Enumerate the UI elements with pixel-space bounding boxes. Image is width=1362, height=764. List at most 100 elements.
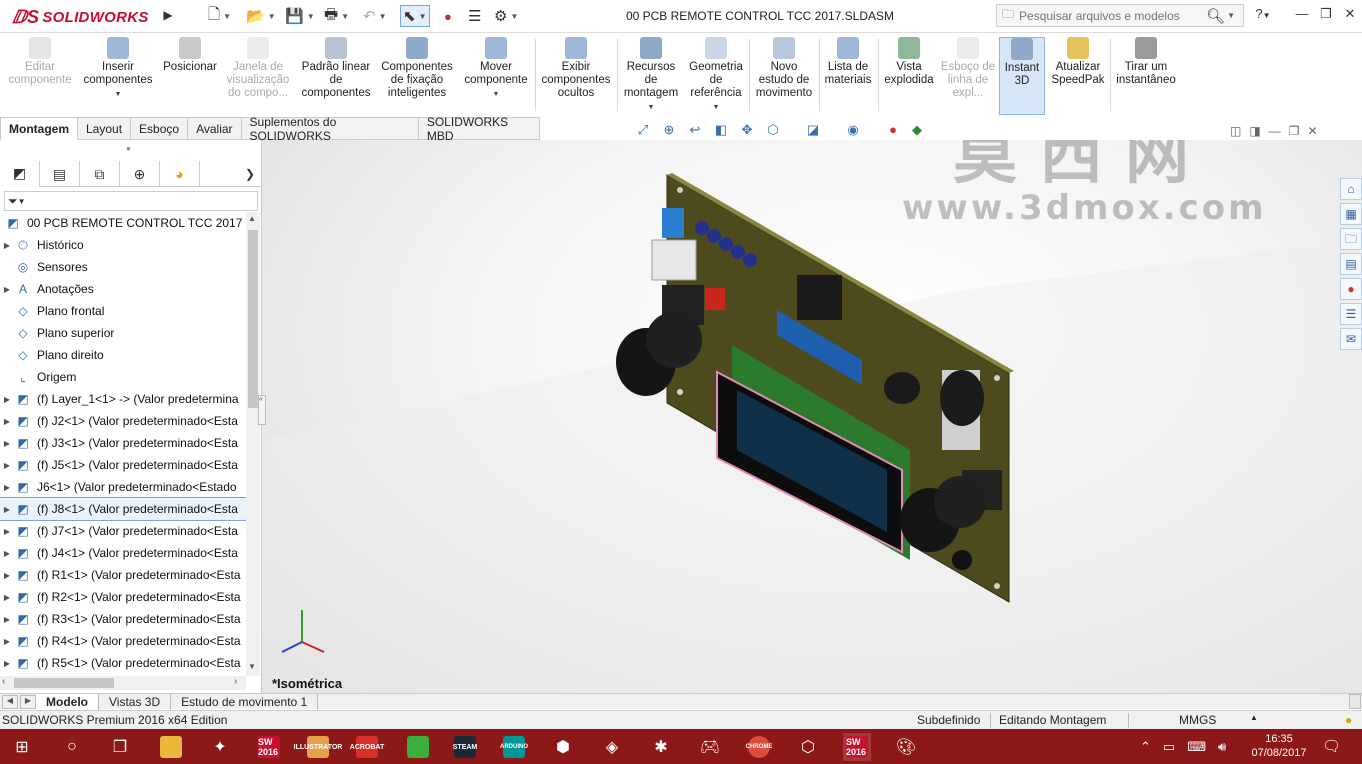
tree-node[interactable]: ▶ ◩ (f) R4<1> (Valor predeterminado<Esta xyxy=(0,630,246,652)
graphics-area[interactable]: 莫西网 www.3dmox.com *Isométrica xyxy=(262,140,1362,693)
tree-node[interactable]: ▶ ◩ (f) R3<1> (Valor predeterminado<Esta xyxy=(0,608,246,630)
clock[interactable]: 16:35 07/08/2017 xyxy=(1248,732,1310,760)
tray-expand-icon[interactable]: ⌃ xyxy=(1140,739,1151,755)
search-box[interactable]: 🗀 🔍︎ ▼ xyxy=(996,4,1244,27)
bill-of-materials-button[interactable]: Lista de materiais xyxy=(822,37,874,87)
take-snapshot-button[interactable]: Tirar um instantâneo xyxy=(1113,37,1179,87)
display-style-icon[interactable]: ◪ xyxy=(804,122,822,140)
file-explorer-taskbar-icon[interactable] xyxy=(157,733,185,761)
orange-app-icon[interactable]: ⬢ xyxy=(549,733,577,761)
update-speedpak-button[interactable]: Atualizar SpeedPak xyxy=(1049,37,1107,87)
previous-view-icon[interactable]: ↩ xyxy=(686,122,704,140)
bottom-scrollbar[interactable] xyxy=(1349,694,1361,709)
more-tabs-icon[interactable]: ❯ xyxy=(245,167,255,181)
tree-root[interactable]: ◩ 00 PCB REMOTE CONTROL TCC 2017 (Va xyxy=(0,212,246,234)
scroll-left-icon[interactable]: ‹ xyxy=(2,676,5,687)
search-icon[interactable]: 🔍︎ xyxy=(1206,7,1225,25)
menu-expand-icon[interactable]: ▶ xyxy=(161,8,175,24)
dynamic-annotation-icon[interactable]: ✥ xyxy=(738,122,756,140)
tree-node[interactable]: ◇ Plano superior xyxy=(0,322,246,344)
expand-arrow-icon[interactable]: ▶ xyxy=(0,549,14,558)
tab-modelo[interactable]: Modelo xyxy=(36,693,99,710)
expand-arrow-icon[interactable]: ▶ xyxy=(0,395,14,404)
zoom-fit-icon[interactable]: ⤢ xyxy=(634,122,652,140)
tab-mbd[interactable]: SOLIDWORKS MBD xyxy=(418,115,540,143)
feature-tree-tab[interactable]: ◩ xyxy=(0,161,40,187)
expand-arrow-icon[interactable]: ▶ xyxy=(0,527,14,536)
cortana-icon[interactable]: ○ xyxy=(58,733,86,761)
linear-pattern-button[interactable]: Padrão linear de componentes xyxy=(298,37,374,100)
windows-start-icon[interactable]: ⊞ xyxy=(8,733,36,761)
new-document-button[interactable]: 🗋 ▼ xyxy=(208,5,231,27)
tree-node[interactable]: ▶ ◩ (f) J4<1> (Valor predeterminado<Esta xyxy=(0,542,246,564)
tab-vistas-3d[interactable]: Vistas 3D xyxy=(99,693,172,710)
save-button[interactable]: 💾 ▼ xyxy=(285,5,315,27)
zoom-area-icon[interactable]: ⊕ xyxy=(660,122,678,140)
tile-right-icon[interactable]: ◨ xyxy=(1249,124,1260,138)
tab-montagem[interactable]: Montagem xyxy=(0,117,78,140)
reference-geometry-button[interactable]: Geometria de referência ▼ xyxy=(686,37,746,114)
gamepad-icon[interactable]: 🎮︎ xyxy=(696,733,724,761)
tab-motion-study[interactable]: Estudo de movimento 1 xyxy=(171,693,319,710)
expand-arrow-icon[interactable]: ▶ xyxy=(0,439,14,448)
expand-arrow-icon[interactable]: ▶ xyxy=(0,241,14,250)
vp-close-icon[interactable]: ✕ xyxy=(1307,124,1317,138)
tree-node[interactable]: ◇ Plano direito xyxy=(0,344,246,366)
forum-icon[interactable]: ✉ xyxy=(1340,328,1362,350)
select-button[interactable]: ⬉ ▼ xyxy=(400,5,430,27)
tab-suplementos[interactable]: Suplementos do SOLIDWORKS xyxy=(241,115,419,143)
property-manager-tab[interactable]: ▤ xyxy=(40,161,80,187)
expand-arrow-icon[interactable]: ▶ xyxy=(0,483,14,492)
solidworks-logo[interactable]: ⅅS SOLIDWORKS xyxy=(12,6,149,28)
file-properties-button[interactable]: ☰ xyxy=(468,5,481,27)
expand-arrow-icon[interactable]: ▶ xyxy=(0,417,14,426)
expand-arrow-icon[interactable]: ▶ xyxy=(0,593,14,602)
mate-button[interactable]: Posicionar xyxy=(160,37,220,74)
pcb-assembly-model[interactable] xyxy=(262,140,1362,693)
appearance-icon[interactable]: ● xyxy=(884,122,902,140)
task-view-icon[interactable]: ❐ xyxy=(106,733,134,761)
steam-taskbar-icon[interactable]: STEAM xyxy=(451,733,479,761)
dimxpert-tab[interactable]: ⊕ xyxy=(120,161,160,187)
open-button[interactable]: 📂 ▼ xyxy=(246,5,276,27)
tree-node[interactable]: ▶ ◩ (f) J2<1> (Valor predeterminado<Esta xyxy=(0,410,246,432)
expand-arrow-icon[interactable]: ▶ xyxy=(0,505,14,514)
tree-node[interactable]: ▶ ◩ (f) J5<1> (Valor predeterminado<Esta xyxy=(0,454,246,476)
tree-node[interactable]: ▶ ◩ (f) R5<1> (Valor predeterminado<Esta xyxy=(0,652,246,674)
options-button[interactable]: ⚙ ▼ xyxy=(494,5,518,27)
acrobat-taskbar-icon[interactable]: ACROBAT xyxy=(350,733,384,761)
scroll-up-icon[interactable]: ▲ xyxy=(248,214,256,223)
vp-minimize-icon[interactable]: — xyxy=(1269,124,1281,138)
expand-arrow-icon[interactable]: ▶ xyxy=(0,285,14,294)
tree-node[interactable]: ▶ ◩ (f) J3<1> (Valor predeterminado<Esta xyxy=(0,432,246,454)
expand-arrow-icon[interactable]: ▶ xyxy=(0,571,14,580)
expand-arrow-icon[interactable]: ▶ xyxy=(0,615,14,624)
rebuild-status-icon[interactable]: ● xyxy=(1345,713,1352,727)
undo-button[interactable]: ↶ ▼ xyxy=(363,5,387,27)
expand-arrow-icon[interactable]: ▶ xyxy=(0,637,14,646)
file-explorer-icon[interactable]: 🗀 xyxy=(1340,228,1362,250)
unit-system[interactable]: MMGS xyxy=(1179,713,1216,727)
share-app-icon[interactable]: ✱ xyxy=(647,733,675,761)
exploded-view-button[interactable]: Vista explodida xyxy=(881,37,937,87)
design-library-icon[interactable]: ▦ xyxy=(1340,203,1362,225)
battery-icon[interactable]: ▭ xyxy=(1163,739,1175,755)
tree-node[interactable]: ▶ ◩ (f) J8<1> (Valor predeterminado<Esta xyxy=(0,497,246,521)
view-palette-icon[interactable]: ▤ xyxy=(1340,253,1362,275)
instant-3d-button[interactable]: Instant 3D xyxy=(999,37,1045,115)
new-motion-study-button[interactable]: Novo estudo de movimento xyxy=(752,37,816,100)
paint-app-icon[interactable]: 🎨︎ xyxy=(892,733,920,761)
tab-last-icon[interactable]: ▶ xyxy=(20,694,36,709)
solidworks-taskbar-icon[interactable]: SW 2016 xyxy=(255,733,283,761)
tab-esboco[interactable]: Esboço xyxy=(131,117,189,140)
home-icon[interactable]: ⌂ xyxy=(1340,178,1362,200)
tree-node[interactable]: ▶ ◩ (f) R2<1> (Valor predeterminado<Esta xyxy=(0,586,246,608)
move-component-button[interactable]: Mover componente ▼ xyxy=(460,37,532,101)
appearances-icon[interactable]: ● xyxy=(1340,278,1362,300)
dropdown-arrow-icon[interactable]: ▼ xyxy=(1227,11,1235,20)
help-button[interactable]: ?▼ xyxy=(1253,6,1273,26)
scroll-right-icon[interactable]: › xyxy=(234,676,237,687)
network-app-icon[interactable]: ◈ xyxy=(598,733,626,761)
solidworks-active-taskbar-icon[interactable]: SW 2016 xyxy=(843,733,871,761)
rebuild-button[interactable]: ● xyxy=(444,5,452,27)
